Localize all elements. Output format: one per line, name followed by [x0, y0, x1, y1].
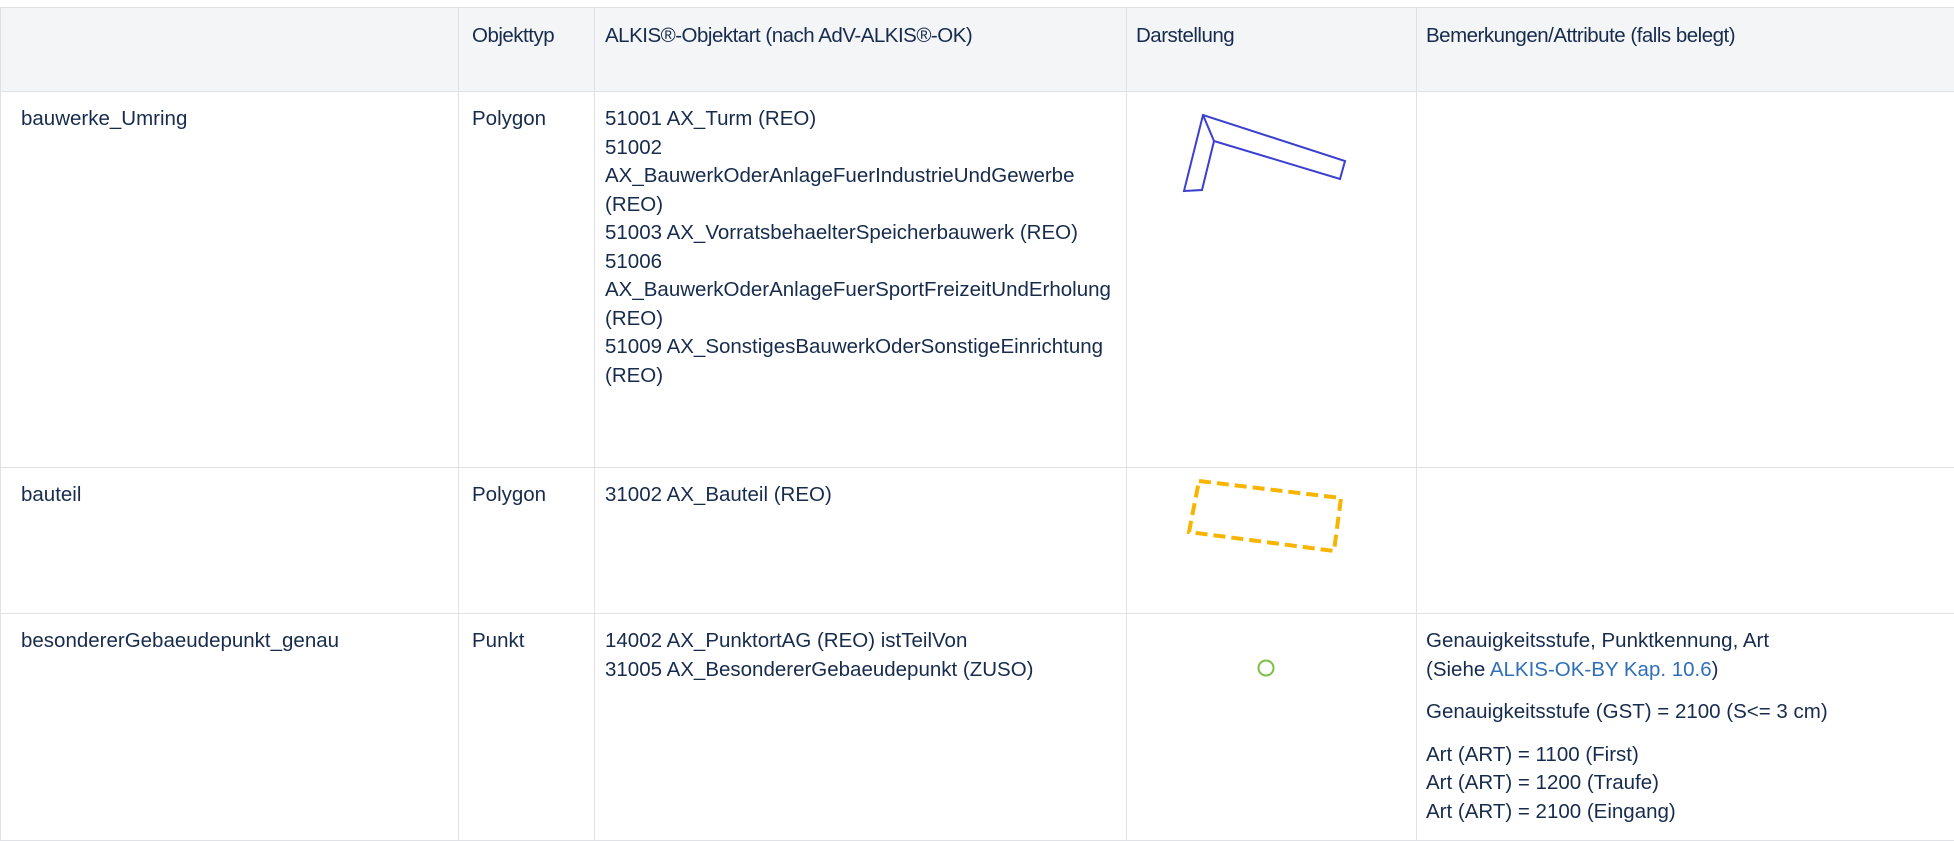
objektart-item: 51002 AX_BauwerkOderAnlageFuerIndustrieU… — [605, 134, 1117, 220]
objektart-item: 51009 AX_SonstigesBauwerkOderSonstigeEin… — [605, 333, 1117, 390]
table-header-row: Objekttyp ALKIS®-Objektart (nach AdV-ALK… — [1, 8, 1954, 92]
bemerkung-art: Art (ART) = 1100 (First) Art (ART) = 120… — [1426, 741, 1945, 827]
header-darstellung: Darstellung — [1127, 8, 1417, 92]
ref-prefix: (Siehe — [1426, 658, 1490, 681]
yellow-dashed-polygon-symbol — [1127, 468, 1398, 578]
header-bemerkungen: Bemerkungen/Attribute (falls belegt) — [1417, 8, 1954, 92]
layer-name: besondererGebaeudepunkt_genau — [1, 614, 459, 841]
art-line: Art (ART) = 1200 (Traufe) — [1426, 769, 1945, 798]
bemerkungen-cell — [1417, 92, 1954, 468]
bemerkung-gst: Genauigkeitsstufe (GST) = 2100 (S<= 3 cm… — [1426, 698, 1945, 727]
darstellung-cell — [1127, 614, 1417, 841]
objektart-item: 51006 AX_BauwerkOderAnlageFuerSportFreiz… — [605, 248, 1117, 334]
art-line: Art (ART) = 1100 (First) — [1426, 741, 1945, 770]
objektart-item: 31002 AX_Bauteil (REO) — [605, 481, 1117, 510]
objektart-cell: 14002 AX_PunktortAG (REO) istTeilVon 310… — [595, 614, 1127, 841]
bemerkung-line: Genauigkeitsstufe, Punktkennung, Art — [1426, 627, 1945, 656]
objektarten-table: Objekttyp ALKIS®-Objektart (nach AdV-ALK… — [0, 7, 1954, 841]
green-circle-symbol — [1127, 614, 1398, 694]
alkis-ok-by-link[interactable]: ALKIS-OK-BY Kap. 10.6 — [1490, 658, 1712, 681]
bemerkung-ref: (Siehe ALKIS-OK-BY Kap. 10.6) — [1426, 656, 1945, 685]
object-type: Polygon — [459, 468, 595, 614]
art-line: Art (ART) = 2100 (Eingang) — [1426, 798, 1945, 827]
layer-name: bauteil — [1, 468, 459, 614]
object-type: Polygon — [459, 92, 595, 468]
ref-suffix: ) — [1712, 658, 1719, 681]
header-objektart: ALKIS®-Objektart (nach AdV-ALKIS®-OK) — [595, 8, 1127, 92]
objektart-item: 14002 AX_PunktortAG (REO) istTeilVon — [605, 627, 1117, 656]
objektart-cell: 51001 AX_Turm (REO) 51002 AX_BauwerkOder… — [595, 92, 1127, 468]
bemerkungen-cell: Genauigkeitsstufe, Punktkennung, Art (Si… — [1417, 614, 1954, 841]
darstellung-cell — [1127, 468, 1417, 614]
objektart-item: 51001 AX_Turm (REO) — [605, 105, 1117, 134]
darstellung-cell — [1127, 92, 1417, 468]
table-row: bauteil Polygon 31002 AX_Bauteil (REO) — [1, 468, 1954, 614]
header-objekttyp: Objekttyp — [459, 8, 595, 92]
layer-name: bauwerke_Umring — [1, 92, 459, 468]
blue-polygon-symbol — [1127, 92, 1398, 212]
table-row: besondererGebaeudepunkt_genau Punkt 1400… — [1, 614, 1954, 841]
object-type: Punkt — [459, 614, 595, 841]
bemerkung-attributes: Genauigkeitsstufe, Punktkennung, Art (Si… — [1426, 627, 1945, 684]
table-row: bauwerke_Umring Polygon 51001 AX_Turm (R… — [1, 92, 1954, 468]
bemerkungen-cell — [1417, 468, 1954, 614]
objektart-item: 31005 AX_BesondererGebaeudepunkt (ZUSO) — [605, 656, 1117, 685]
objektart-cell: 31002 AX_Bauteil (REO) — [595, 468, 1127, 614]
header-name — [1, 8, 459, 92]
objektart-item: 51003 AX_VorratsbehaelterSpeicherbauwerk… — [605, 219, 1117, 248]
